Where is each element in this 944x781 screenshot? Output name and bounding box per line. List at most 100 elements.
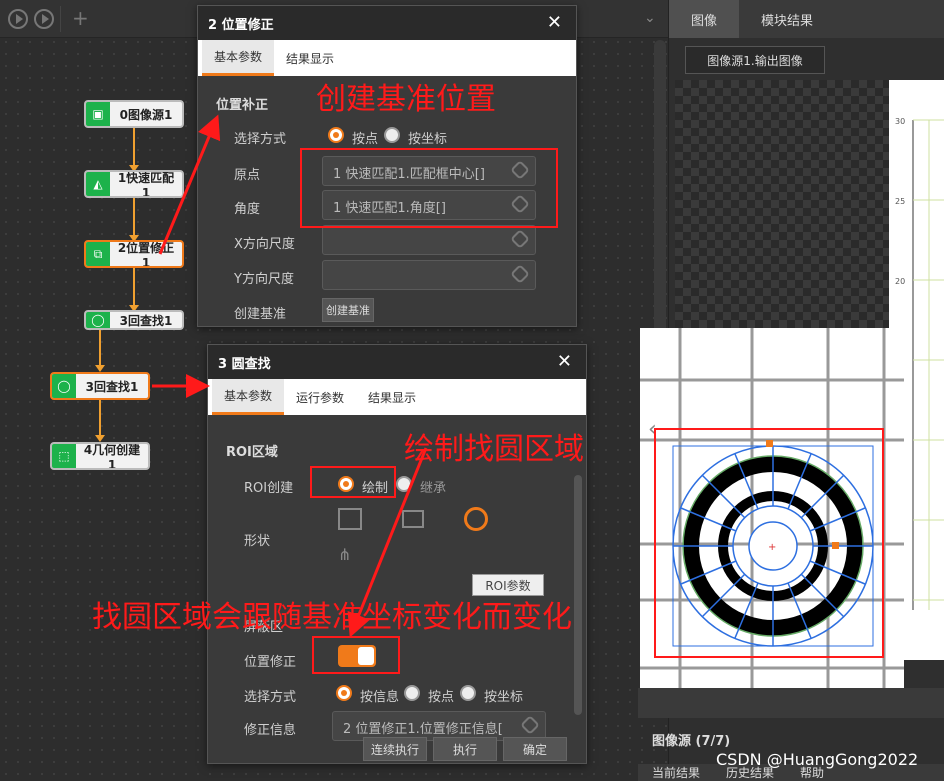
flow-node-image-source[interactable]: ▣ 0图像源1 (84, 100, 184, 128)
run-button[interactable]: 执行 (433, 737, 497, 761)
close-icon[interactable]: ✕ (557, 351, 572, 372)
node-label: 2位置修正1 (117, 240, 175, 268)
tab-basic-params[interactable]: 基本参数 (202, 40, 275, 76)
fix-info-value: 2 位置修正1.位置修正信息[ (343, 722, 503, 737)
radio-by-info-label: 按信息 (360, 690, 400, 705)
radio-inherit-label: 继承 (420, 481, 447, 496)
roi-params-label: ROI参数 (485, 578, 531, 593)
position-fix-icon: ⧉ (86, 242, 110, 266)
node-label: 3回查找1 (119, 313, 173, 328)
tab-result-display[interactable]: 结果显示 (356, 379, 428, 415)
close-icon[interactable]: ✕ (547, 12, 562, 33)
flow-node-fast-match[interactable]: ◭ 1快速匹配1 (84, 170, 184, 198)
flow-node-position-fix[interactable]: ⧉ 2位置修正1 (84, 240, 184, 268)
radio-by-point[interactable] (328, 127, 344, 143)
polygon-shape-icon[interactable]: ⋔ (338, 545, 351, 564)
rect-shape-icon[interactable] (338, 508, 362, 530)
image-source-select[interactable]: 图像源1.输出图像 (685, 46, 825, 74)
tab-current-result[interactable]: 当前结果 (652, 764, 700, 781)
node-label: 4几何创建1 (83, 442, 141, 470)
result-tabs: 图像 模块结果 (669, 0, 944, 38)
radio-by-coordinate-label: 按坐标 (408, 132, 448, 147)
dialog-tabs: 基本参数 运行参数 结果显示 (208, 379, 586, 415)
dialog-title: 2 位置修正 (208, 17, 274, 33)
tab-image[interactable]: 图像 (669, 0, 740, 38)
connector (95, 400, 105, 442)
dialog-scrollbar[interactable] (574, 475, 582, 715)
highlight-origin-angle (300, 148, 558, 228)
circle-find-dialog: 3 圆查找 ✕ 基本参数 运行参数 结果显示 ROI区域 ROI创建 绘制 继承… (207, 344, 587, 764)
tab-result-display[interactable]: 结果显示 (274, 40, 346, 76)
link-icon[interactable] (520, 715, 540, 735)
pos-fix-label: 位置修正 (244, 655, 297, 670)
select-method-label: 选择方式 (244, 690, 297, 705)
circle-find-icon: ◯ (52, 374, 76, 398)
highlight-pos-fix-toggle (312, 636, 400, 674)
radio-by-coordinate[interactable] (460, 685, 476, 701)
connector (129, 198, 139, 242)
continuous-run-button[interactable]: 连续执行 (363, 737, 427, 761)
y-tick: 25 (895, 197, 905, 206)
highlight-draw-option (310, 466, 396, 498)
link-icon[interactable] (510, 264, 530, 284)
y-scale-field[interactable] (322, 260, 536, 290)
box-shape-icon[interactable] (402, 510, 424, 528)
tab-run-params[interactable]: 运行参数 (284, 379, 356, 415)
geometry-icon: ⬚ (52, 444, 76, 468)
add-icon[interactable]: + (72, 6, 89, 30)
connector (129, 268, 139, 312)
highlight-roi-region (654, 428, 884, 658)
node-label: 1快速匹配1 (117, 170, 175, 198)
roi-create-label: ROI创建 (244, 481, 294, 496)
dialog-titlebar[interactable]: 2 位置修正 ✕ (198, 6, 576, 40)
radio-by-info[interactable] (336, 685, 352, 701)
origin-label: 原点 (234, 168, 261, 183)
radio-by-coordinate[interactable] (384, 127, 400, 143)
y-tick: 30 (895, 117, 905, 126)
tab-basic-params[interactable]: 基本参数 (212, 379, 285, 415)
chevron-down-icon[interactable]: ⌄ (644, 10, 656, 26)
connector (95, 330, 105, 372)
flow-node-circle-find[interactable]: ◯ 3回查找1 (50, 372, 150, 400)
circle-shape-icon[interactable] (464, 507, 488, 531)
annotation-follow-reference: 找圆区域会跟随基准坐标变化而变化 (92, 600, 572, 635)
toolbar-divider (60, 6, 61, 32)
image-toolbar (638, 688, 944, 718)
radio-by-coordinate-label: 按坐标 (484, 690, 524, 705)
radio-inherit[interactable] (396, 476, 412, 492)
x-scale-field[interactable] (322, 225, 536, 255)
section-title: 位置补正 (216, 98, 269, 113)
radio-by-point[interactable] (404, 685, 420, 701)
circle-find-icon: ◯ (86, 312, 110, 328)
annotation-create-reference: 创建基准位置 (316, 82, 496, 117)
node-label: 0图像源1 (119, 107, 173, 122)
radio-by-point-label: 按点 (352, 132, 379, 147)
dialog-titlebar[interactable]: 3 圆查找 ✕ (208, 345, 586, 379)
create-ref-label: 创建基准 (234, 307, 287, 322)
tab-module-result[interactable]: 模块结果 (739, 0, 835, 38)
angle-label: 角度 (234, 202, 261, 217)
flow-node-circle-find-partial[interactable]: ◯ 3回查找1 (84, 310, 184, 330)
dialog-title: 3 圆查找 (218, 356, 271, 372)
fix-info-label: 修正信息 (244, 723, 297, 738)
annotation-draw-roi: 绘制找圆区域 (404, 432, 584, 467)
confirm-button[interactable]: 确定 (503, 737, 567, 761)
flow-node-geometry-create[interactable]: ⬚ 4几何创建1 (50, 442, 150, 470)
radio-by-point-label: 按点 (428, 690, 455, 705)
link-icon[interactable] (510, 229, 530, 249)
watermark: CSDN @HuangGong2022 (716, 750, 919, 769)
create-reference-button[interactable]: 创建基准 (322, 298, 374, 322)
run-loop-icon[interactable] (34, 9, 54, 29)
connector (129, 128, 139, 172)
shape-label: 形状 (244, 534, 271, 549)
dialog-tabs: 基本参数 结果显示 (198, 40, 576, 76)
match-icon: ◭ (86, 172, 110, 196)
x-scale-label: X方向尺度 (234, 237, 295, 252)
y-tick: 20 (895, 277, 905, 286)
image-background (675, 80, 889, 328)
run-once-icon[interactable] (8, 9, 28, 29)
select-method-label: 选择方式 (234, 132, 287, 147)
y-scale-label: Y方向尺度 (234, 272, 294, 287)
section-title: ROI区域 (226, 445, 278, 460)
image-source-label: 图像源 (7/7) (652, 734, 731, 749)
